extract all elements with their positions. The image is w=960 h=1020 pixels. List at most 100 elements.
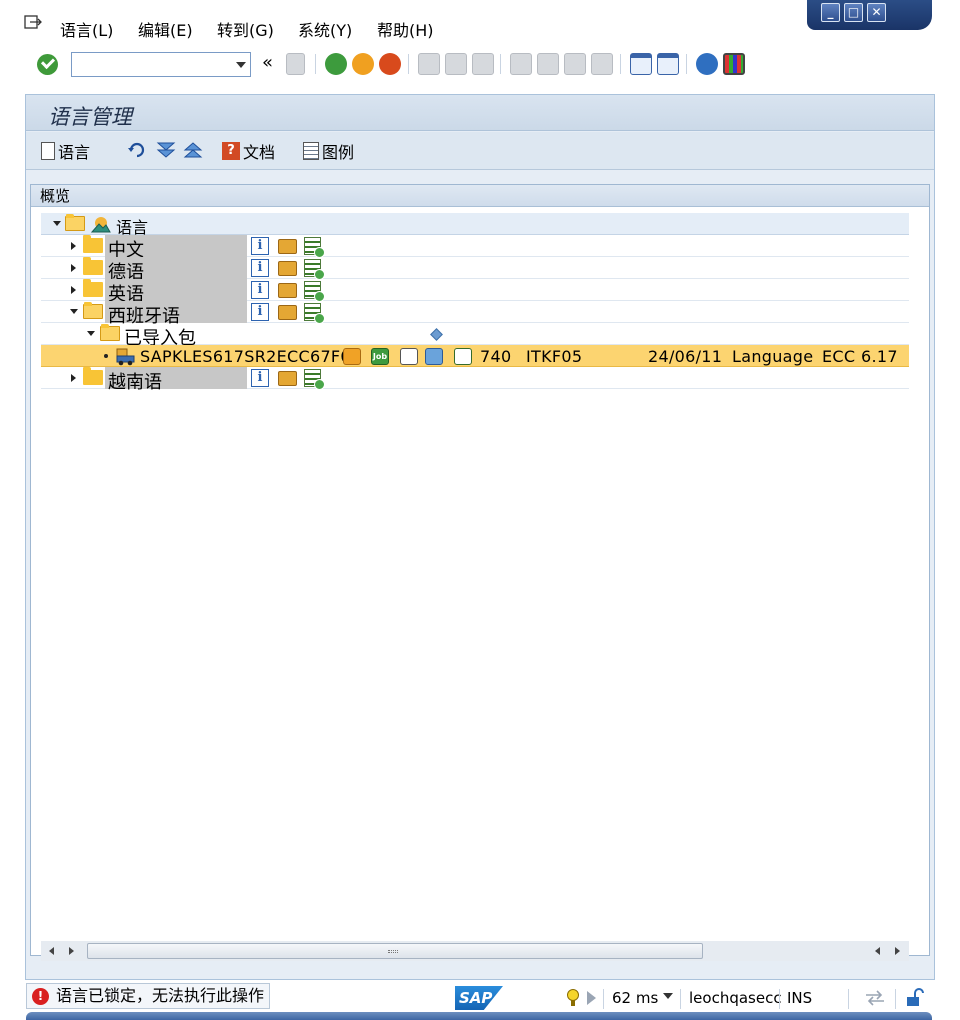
info-icon[interactable]: i bbox=[251, 369, 269, 387]
menu-bar: 语言(L) 编辑(E) 转到(G) 系统(Y) 帮助(H) _ □ ✕ bbox=[0, 0, 960, 44]
info-icon[interactable]: i bbox=[251, 237, 269, 255]
add-list-icon[interactable] bbox=[304, 259, 325, 280]
standard-toolbar: « bbox=[0, 44, 960, 88]
overview-header: 概览 bbox=[31, 185, 929, 207]
package-row[interactable]: SAPKLES617SR2ECC67F0 Job 740 ITKF05 24/0… bbox=[41, 345, 909, 367]
exit-icon[interactable] bbox=[352, 53, 374, 75]
status-separator bbox=[779, 989, 780, 1009]
close-button[interactable]: ✕ bbox=[867, 3, 886, 22]
collapse-arrow-icon[interactable] bbox=[87, 331, 95, 336]
info-icon[interactable]: i bbox=[251, 259, 269, 277]
back-icon[interactable] bbox=[325, 53, 347, 75]
create-shortcut-icon[interactable] bbox=[657, 53, 679, 75]
expand-arrow-icon[interactable] bbox=[71, 374, 76, 382]
scroll-left-icon[interactable] bbox=[49, 947, 54, 955]
horizontal-scrollbar[interactable] bbox=[41, 941, 909, 961]
open-folder-icon bbox=[83, 302, 103, 319]
play-triangle-icon[interactable] bbox=[587, 991, 596, 1005]
minimize-button[interactable]: _ bbox=[821, 3, 840, 22]
tree-row-chinese[interactable]: 中文 i bbox=[41, 235, 909, 261]
previous-page-icon[interactable] bbox=[537, 53, 559, 75]
language-button[interactable]: 语言 bbox=[41, 140, 90, 162]
help-icon[interactable] bbox=[696, 53, 718, 75]
legend-icon bbox=[303, 142, 319, 160]
package-box-icon[interactable] bbox=[278, 239, 297, 254]
refresh-icon[interactable] bbox=[127, 140, 147, 160]
scroll-left-icon[interactable] bbox=[875, 947, 880, 955]
documentation-button[interactable]: ? 文档 bbox=[222, 140, 275, 162]
new-session-icon[interactable] bbox=[630, 53, 652, 75]
menu-goto[interactable]: 转到(G) bbox=[217, 17, 274, 41]
chevron-down-icon[interactable] bbox=[663, 993, 673, 999]
folder-icon bbox=[83, 367, 103, 385]
expand-arrow-icon[interactable] bbox=[71, 286, 76, 294]
response-time: 62 ms bbox=[612, 989, 659, 1007]
status-message[interactable]: ! 语言已锁定，无法执行此操作 bbox=[26, 983, 270, 1009]
find-icon[interactable] bbox=[445, 53, 467, 75]
find-next-icon[interactable] bbox=[472, 53, 494, 75]
expand-arrow-icon[interactable] bbox=[71, 242, 76, 250]
collapse-arrow-icon[interactable] bbox=[70, 309, 78, 314]
question-icon: ? bbox=[222, 142, 240, 160]
scrollbar-thumb[interactable] bbox=[87, 943, 703, 959]
first-page-icon[interactable] bbox=[510, 53, 532, 75]
cancel-icon[interactable] bbox=[379, 53, 401, 75]
tree-row-spanish[interactable]: 西班牙语 i bbox=[41, 301, 909, 327]
save-icon[interactable] bbox=[286, 53, 305, 75]
menu-help[interactable]: 帮助(H) bbox=[377, 17, 434, 41]
log-document-icon[interactable] bbox=[400, 348, 418, 365]
menu-edit[interactable]: 编辑(E) bbox=[138, 17, 193, 41]
insert-mode[interactable]: INS bbox=[787, 989, 812, 1007]
tree-row-vietnamese[interactable]: 越南语 i bbox=[41, 367, 909, 393]
window-controls: _ □ ✕ bbox=[807, 0, 932, 30]
package-box-icon[interactable] bbox=[278, 305, 297, 320]
scroll-right-icon[interactable] bbox=[69, 947, 74, 955]
page-title: 语言管理 bbox=[48, 105, 132, 129]
command-input[interactable] bbox=[72, 53, 222, 76]
command-field[interactable] bbox=[71, 52, 251, 77]
system-info-icon[interactable] bbox=[565, 988, 581, 1008]
tree-row-english[interactable]: 英语 i bbox=[41, 279, 909, 305]
info-icon[interactable]: i bbox=[251, 281, 269, 299]
tree-row-imported-packages[interactable]: 已导入包 bbox=[41, 323, 909, 349]
legend-button[interactable]: 图例 bbox=[303, 140, 354, 162]
status-diamond-icon bbox=[430, 328, 443, 341]
status-separator bbox=[603, 989, 604, 1009]
status-separator bbox=[680, 989, 681, 1009]
menu-entry-icon[interactable] bbox=[24, 14, 42, 32]
search-details-icon[interactable] bbox=[454, 348, 472, 365]
last-page-icon[interactable] bbox=[591, 53, 613, 75]
main-screen: 语言管理 语言 ? 文档 图例 概览 语言 中文 i 德语 i 英语 i 西班牙… bbox=[25, 94, 935, 980]
package-box-icon[interactable] bbox=[278, 261, 297, 276]
package-box-icon[interactable] bbox=[278, 283, 297, 298]
maximize-button[interactable]: □ bbox=[844, 3, 863, 22]
scroll-right-icon[interactable] bbox=[895, 947, 900, 955]
collapse-command-icon[interactable]: « bbox=[262, 52, 273, 73]
add-list-icon[interactable] bbox=[304, 369, 325, 390]
unlock-icon[interactable] bbox=[905, 988, 925, 1008]
print-icon[interactable] bbox=[418, 53, 440, 75]
info-icon[interactable]: i bbox=[251, 303, 269, 321]
next-page-icon[interactable] bbox=[564, 53, 586, 75]
window-bottom-frame bbox=[26, 1012, 932, 1020]
job-icon[interactable]: Job bbox=[371, 348, 389, 365]
add-list-icon[interactable] bbox=[304, 237, 325, 258]
add-list-icon[interactable] bbox=[304, 303, 325, 324]
package-user: ITKF05 bbox=[526, 347, 583, 366]
tree-root-row[interactable]: 语言 bbox=[41, 213, 909, 237]
add-list-icon[interactable] bbox=[304, 281, 325, 302]
chevron-down-icon[interactable] bbox=[236, 62, 246, 68]
enter-checkmark-icon[interactable] bbox=[37, 54, 58, 75]
expand-all-icon[interactable] bbox=[156, 140, 176, 160]
collapse-all-icon[interactable] bbox=[183, 140, 203, 160]
scroll-icon[interactable] bbox=[343, 348, 361, 365]
customize-layout-icon[interactable] bbox=[723, 53, 745, 75]
transport-arrow-icon[interactable] bbox=[425, 348, 443, 365]
package-box-icon[interactable] bbox=[278, 371, 297, 386]
tree-row-german[interactable]: 德语 i bbox=[41, 257, 909, 283]
expand-arrow-icon[interactable] bbox=[71, 264, 76, 272]
connection-icon[interactable] bbox=[864, 989, 886, 1007]
menu-system[interactable]: 系统(Y) bbox=[298, 17, 352, 41]
menu-language[interactable]: 语言(L) bbox=[60, 17, 113, 41]
collapse-arrow-icon[interactable] bbox=[53, 221, 61, 226]
